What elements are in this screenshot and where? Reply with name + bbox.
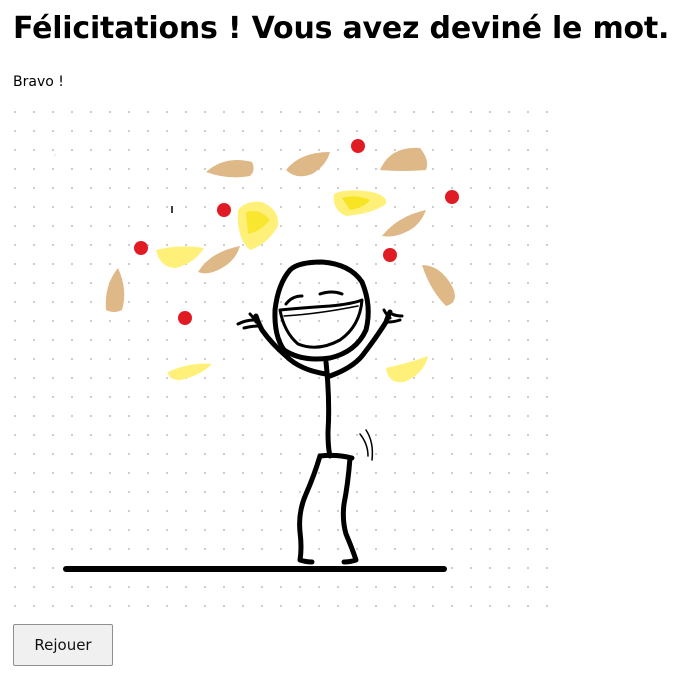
confetti-red-dot bbox=[178, 311, 192, 325]
figure-hips bbox=[317, 452, 355, 461]
dotted-grid-background bbox=[0, 100, 560, 612]
confetti-red-dot bbox=[351, 139, 365, 153]
celebration-drawing bbox=[0, 100, 560, 612]
status-message: Bravo ! bbox=[13, 74, 64, 90]
replay-button[interactable]: Rejouer bbox=[13, 624, 113, 666]
page-title: Félicitations ! Vous avez deviné le mot. bbox=[13, 11, 670, 46]
confetti-red-dot bbox=[217, 203, 231, 217]
confetti-red-dot bbox=[445, 190, 459, 204]
confetti-speck bbox=[53, 153, 57, 157]
confetti-red-dot bbox=[134, 241, 148, 255]
confetti-red-dot bbox=[383, 248, 397, 262]
